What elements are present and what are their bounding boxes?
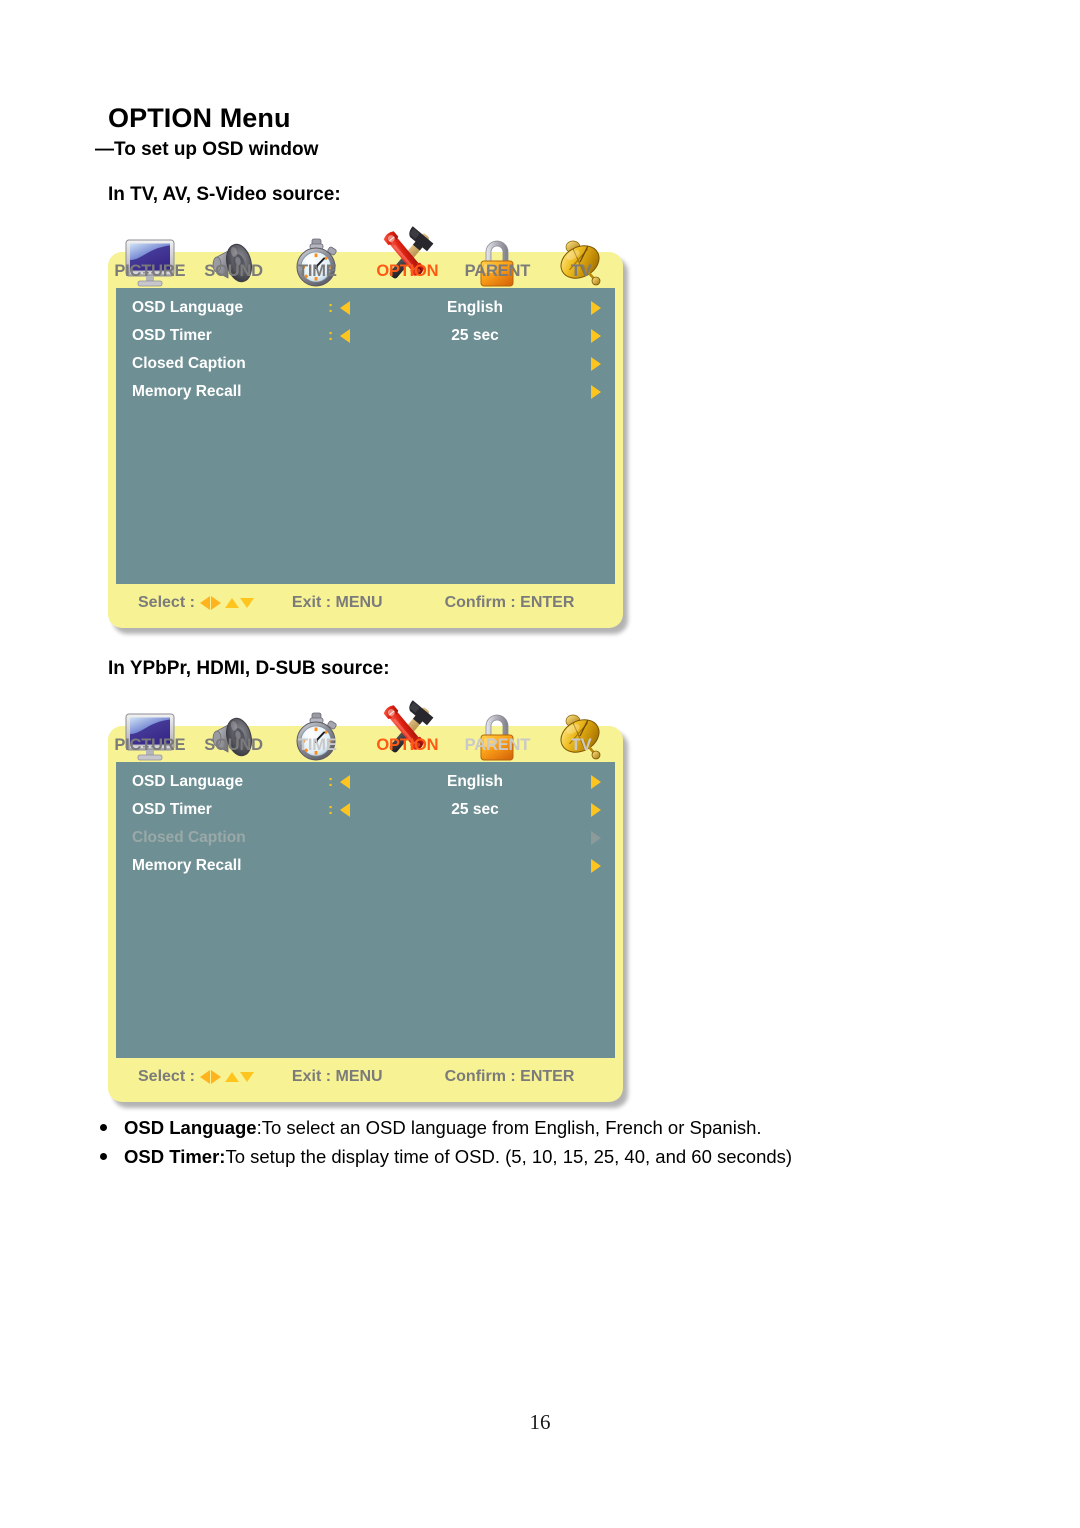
row-label: Closed Caption [132, 829, 246, 846]
right-arrow-icon[interactable] [591, 775, 601, 789]
row-colon: : [328, 773, 334, 790]
hint-exit: Exit : MENU [291, 1068, 383, 1085]
left-arrow-icon[interactable] [340, 329, 350, 343]
bullet-text: To setup the display time of OSD. (5, 10… [225, 1146, 793, 1167]
arrow-up-icon [224, 1072, 239, 1082]
tab-parent: PARENT [464, 735, 531, 754]
tab-picture[interactable]: PICTURE [108, 262, 192, 281]
osd-tab-bar: PICTURE SOUND TIME OPTION PARENT TV [108, 726, 623, 762]
osd-hint-bar: Select : Exit : MENU Confirm : ENTER [108, 584, 623, 622]
row-colon: : [328, 801, 334, 818]
row-label: OSD Timer [132, 327, 212, 344]
row-value: 25 sec [451, 327, 499, 344]
hint-confirm: Confirm : ENTER [444, 594, 575, 611]
direction-arrows [199, 596, 254, 610]
bullet-dot-icon [100, 1124, 107, 1131]
page-number: 16 [529, 1410, 551, 1434]
manual-page: OPTION Menu —To set up OSD window In TV,… [0, 0, 1080, 1528]
left-arrow-icon[interactable] [340, 803, 350, 817]
row-value: English [447, 773, 503, 790]
menu-row-osd-language[interactable]: OSD Language : English [116, 768, 615, 796]
row-label: OSD Language [132, 773, 244, 790]
row-label: OSD Language [132, 299, 244, 316]
hint-exit: Exit : MENU [291, 594, 383, 611]
hint-select: Select : [138, 594, 254, 612]
right-arrow-icon[interactable] [591, 859, 601, 873]
list-item: OSD Timer: To setup the display time of … [100, 1142, 960, 1171]
tab-sound[interactable]: SOUND [192, 262, 276, 281]
section-heading-ypbpr-hdmi-dsub: In YPbPr, HDMI, D-SUB source: [108, 658, 390, 679]
bullet-dot-icon [100, 1153, 107, 1160]
menu-row-osd-timer[interactable]: OSD Timer : 25 sec [116, 796, 615, 824]
page-title: OPTION Menu [108, 103, 291, 133]
osd-screen-area: OSD Language : English OSD Timer : 25 se… [116, 288, 615, 584]
bullet-term: OSD Timer: [124, 1146, 226, 1167]
right-arrow-icon [591, 831, 601, 845]
osd-screen-area: OSD Language : English OSD Timer : 25 se… [116, 762, 615, 1058]
tab-option[interactable]: OPTION [359, 262, 455, 281]
tab-sound[interactable]: SOUND [192, 736, 276, 755]
arrow-left-icon [199, 1070, 210, 1084]
arrow-down-icon [239, 1072, 254, 1082]
arrow-right-icon [210, 1070, 221, 1084]
menu-row-closed-caption: Closed Caption [116, 824, 615, 852]
osd-panel-tv-av-svideo: PICTURE SOUND TIME OPTION PARENT TV OSD … [108, 226, 623, 628]
hint-select-label: Select : [138, 1068, 195, 1085]
direction-arrows [199, 1070, 254, 1084]
row-value: 25 sec [451, 801, 499, 818]
row-colon: : [328, 327, 334, 344]
right-arrow-icon[interactable] [591, 329, 601, 343]
menu-row-osd-language[interactable]: OSD Language : English [116, 294, 615, 322]
menu-row-closed-caption[interactable]: Closed Caption [116, 350, 615, 378]
osd-panel-ypbpr-hdmi-dsub: PICTURE SOUND TIME OPTION PARENT TV OSD … [108, 700, 623, 1102]
arrow-up-icon [224, 598, 239, 608]
row-label: OSD Timer [132, 801, 212, 818]
arrow-down-icon [239, 598, 254, 608]
hint-confirm: Confirm : ENTER [444, 1068, 575, 1085]
right-arrow-icon[interactable] [591, 357, 601, 371]
row-colon: : [328, 299, 334, 316]
tab-tv: TV [570, 735, 592, 754]
tab-tv[interactable]: TV [539, 262, 623, 281]
arrow-left-icon [199, 596, 210, 610]
menu-row-memory-recall[interactable]: Memory Recall [116, 378, 615, 406]
arrow-right-icon [210, 596, 221, 610]
right-arrow-icon[interactable] [591, 385, 601, 399]
page-subtitle: —To set up OSD window [95, 139, 319, 160]
row-label: Memory Recall [132, 383, 242, 400]
row-label: Closed Caption [132, 355, 246, 372]
tab-option[interactable]: OPTION [359, 736, 455, 755]
menu-row-memory-recall[interactable]: Memory Recall [116, 852, 615, 880]
right-arrow-icon[interactable] [591, 301, 601, 315]
osd-hint-bar: Select : Exit : MENU Confirm : ENTER [108, 1058, 623, 1096]
bullet-term: OSD Language [124, 1117, 257, 1138]
bullet-text: To select an OSD language from English, … [261, 1117, 762, 1138]
right-arrow-icon[interactable] [591, 803, 601, 817]
left-arrow-icon[interactable] [340, 775, 350, 789]
tab-picture[interactable]: PICTURE [108, 736, 192, 755]
menu-row-osd-timer[interactable]: OSD Timer : 25 sec [116, 322, 615, 350]
hint-select: Select : [138, 1068, 254, 1086]
section-heading-tv-av-svideo: In TV, AV, S-Video source: [108, 184, 341, 205]
tab-parent[interactable]: PARENT [456, 262, 540, 281]
description-list: OSD Language: To select an OSD language … [100, 1113, 960, 1171]
hint-select-label: Select : [138, 594, 195, 611]
left-arrow-icon[interactable] [340, 301, 350, 315]
list-item: OSD Language: To select an OSD language … [100, 1113, 960, 1142]
tab-time: TIME [298, 735, 337, 754]
row-value: English [447, 299, 503, 316]
row-label: Memory Recall [132, 857, 242, 874]
tab-time[interactable]: TIME [275, 262, 359, 281]
osd-tab-bar: PICTURE SOUND TIME OPTION PARENT TV [108, 252, 623, 288]
